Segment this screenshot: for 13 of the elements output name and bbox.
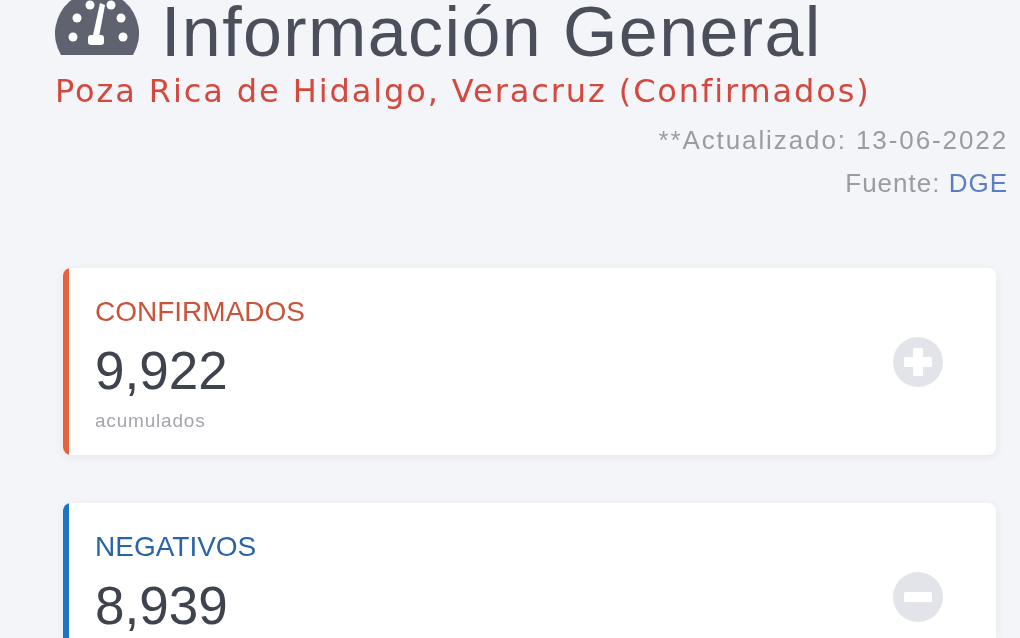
- card-value: 8,939: [95, 579, 229, 633]
- source-link[interactable]: DGE: [948, 168, 1008, 198]
- card-caption: acumulados: [95, 409, 207, 433]
- location-subtitle: Poza Rica de Hidalgo, Veracruz (Confirmados): [55, 73, 872, 109]
- card-value: 9,922: [95, 344, 229, 398]
- source-line: Fuente: DGE: [844, 168, 1008, 198]
- card-label: CONFIRMADOS: [95, 296, 306, 328]
- gauge-icon: [55, 0, 139, 55]
- updated-date: **Actualizado: 13-06-2022: [657, 125, 1008, 155]
- plus-circle-icon: [893, 337, 943, 387]
- minus-circle-icon: [893, 572, 943, 622]
- card-label: NEGATIVOS: [95, 531, 258, 563]
- page-title: Información General: [161, 0, 822, 67]
